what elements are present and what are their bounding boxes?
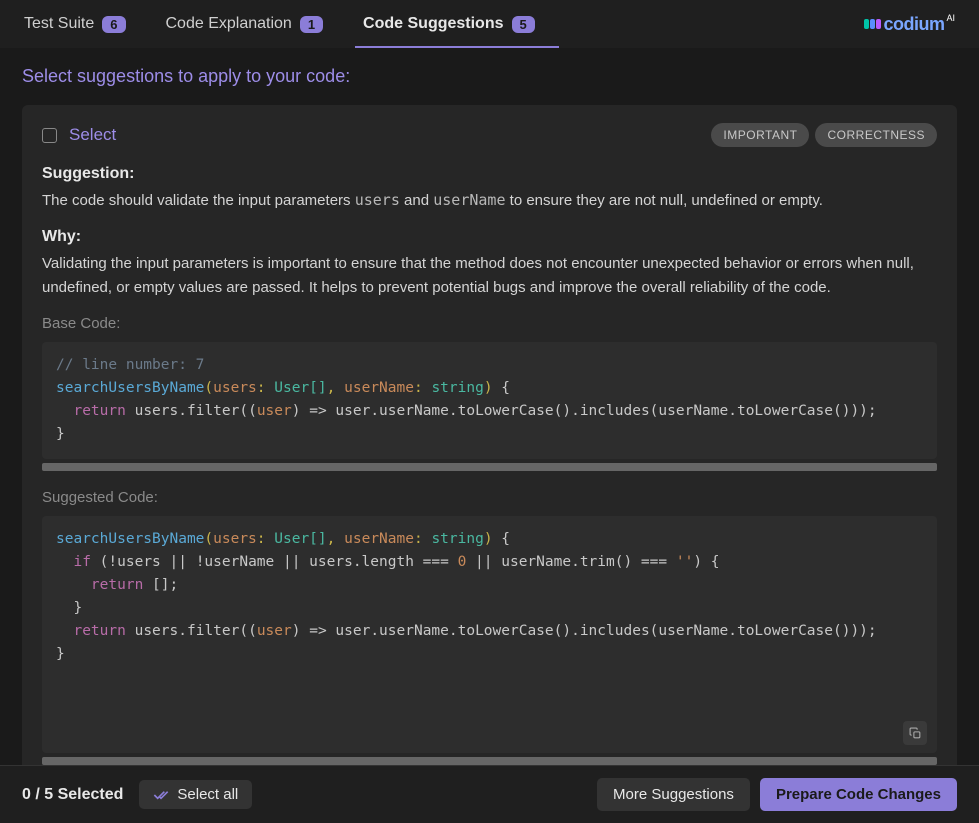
suggested-code-block: searchUsersByName(users: User[], userNam… [42, 516, 937, 754]
select-label[interactable]: Select [69, 125, 116, 145]
content-area: Select suggestions to apply to your code… [0, 48, 979, 765]
tags: IMPORTANT CORRECTNESS [711, 123, 937, 147]
code-punc: ) [484, 380, 493, 396]
tab-label: Code Suggestions [363, 15, 503, 33]
text-part: and [400, 192, 433, 209]
bottombar: 0 / 5 Selected Select all More Suggestio… [0, 765, 979, 823]
code-fn: searchUsersByName [56, 380, 204, 396]
card-header: Select IMPORTANT CORRECTNESS [42, 123, 937, 147]
code-type: User[] [274, 380, 326, 396]
bottom-right: More Suggestions Prepare Code Changes [597, 778, 957, 811]
code-punc: ( [204, 380, 213, 396]
base-code-block: // line number: 7 searchUsersByName(user… [42, 342, 937, 459]
code-punc: : [414, 380, 423, 396]
suggested-code-label: Suggested Code: [42, 489, 937, 506]
bottom-left: 0 / 5 Selected Select all [22, 780, 252, 809]
code-punc: ( [204, 531, 213, 547]
selected-count: 0 / 5 Selected [22, 786, 123, 804]
prepare-changes-button[interactable]: Prepare Code Changes [760, 778, 957, 811]
code-punc: ) [484, 531, 493, 547]
brand-name: codium [883, 14, 944, 35]
tab-code-explanation[interactable]: Code Explanation 1 [166, 0, 324, 48]
text-part: The code should validate the input param… [42, 192, 355, 209]
tag-correctness: CORRECTNESS [815, 123, 937, 147]
page-title: Select suggestions to apply to your code… [22, 66, 957, 87]
tab-badge: 6 [102, 16, 125, 33]
code-string: '' [676, 554, 693, 570]
code-param: user [257, 623, 292, 639]
code-param: user [257, 403, 292, 419]
code-param: users [213, 531, 257, 547]
code-punc: : [414, 531, 423, 547]
why-text: Validating the input parameters is impor… [42, 252, 937, 299]
base-code-label: Base Code: [42, 315, 937, 332]
select-checkbox[interactable] [42, 128, 57, 143]
code-comment: // line number: 7 [56, 357, 204, 373]
code-id: users [135, 623, 179, 639]
code-param: users [213, 380, 257, 396]
code-type: string [431, 380, 483, 396]
copy-button[interactable] [903, 721, 927, 745]
code-body: []; [143, 577, 178, 593]
code-param: userName [344, 531, 414, 547]
suggestion-text: The code should validate the input param… [42, 189, 937, 212]
tab-badge: 1 [300, 16, 323, 33]
why-label: Why: [42, 228, 937, 246]
code-fn: searchUsersByName [56, 531, 204, 547]
code-cond: || userName.trim() === [466, 554, 676, 570]
tab-badge: 5 [512, 16, 535, 33]
code-keyword: return [91, 577, 143, 593]
code-body: ) => user.userName.toLowerCase().include… [292, 623, 877, 639]
code-scrollbar[interactable] [42, 757, 937, 765]
select-group: Select [42, 125, 116, 145]
code-keyword: return [73, 403, 125, 419]
code-keyword: if [73, 554, 90, 570]
code-body: ) => user.userName.toLowerCase().include… [292, 403, 877, 419]
topbar: Test Suite 6 Code Explanation 1 Code Sug… [0, 0, 979, 48]
tag-important: IMPORTANT [711, 123, 809, 147]
code-id: users [135, 403, 179, 419]
tabs: Test Suite 6 Code Explanation 1 Code Sug… [24, 0, 535, 48]
code-punc: ) { [693, 554, 719, 570]
code-keyword: return [73, 623, 125, 639]
code-punc: , [327, 380, 336, 396]
code-punc: : [257, 531, 266, 547]
text-part: to ensure they are not null, undefined o… [505, 192, 822, 209]
tab-label: Code Explanation [166, 15, 292, 33]
double-check-icon [153, 787, 169, 803]
code-punc: : [257, 380, 266, 396]
select-all-label: Select all [177, 786, 238, 803]
code-scrollbar[interactable] [42, 463, 937, 471]
code-punc: , [327, 531, 336, 547]
code-type: string [431, 531, 483, 547]
code-inline-users: users [355, 191, 400, 209]
code-param: userName [344, 380, 414, 396]
code-type: User[] [274, 531, 326, 547]
suggestion-label: Suggestion: [42, 165, 937, 183]
tab-label: Test Suite [24, 15, 94, 33]
copy-icon [909, 727, 922, 740]
code-call: .filter(( [178, 623, 257, 639]
more-suggestions-button[interactable]: More Suggestions [597, 778, 750, 811]
code-call: .filter(( [178, 403, 257, 419]
tab-code-suggestions[interactable]: Code Suggestions 5 [363, 0, 535, 48]
logo-dots-icon [864, 19, 881, 29]
select-all-button[interactable]: Select all [139, 780, 252, 809]
brand-logo: codium AI [864, 14, 955, 35]
tab-test-suite[interactable]: Test Suite 6 [24, 0, 126, 48]
code-inline-username: userName [433, 191, 505, 209]
brand-suffix: AI [946, 13, 955, 23]
suggestion-card: Select IMPORTANT CORRECTNESS Suggestion:… [22, 105, 957, 765]
code-cond: (!users || !userName || users.length === [91, 554, 458, 570]
